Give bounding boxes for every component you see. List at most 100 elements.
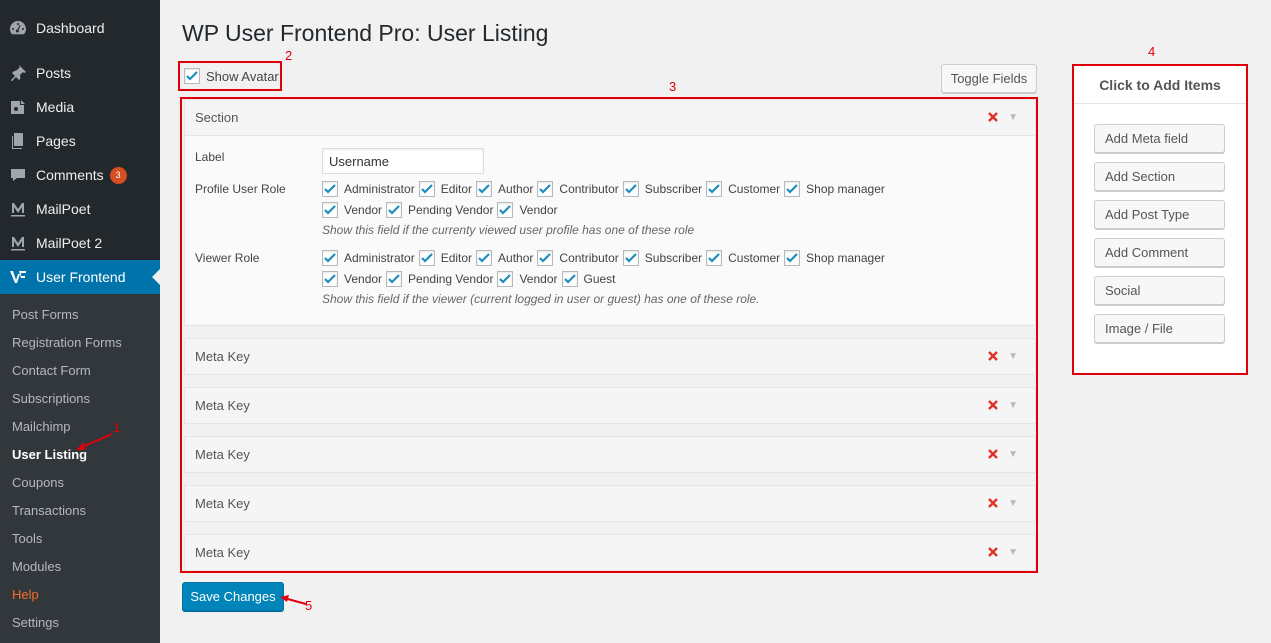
remove-icon[interactable] xyxy=(987,350,999,362)
role-checkbox[interactable] xyxy=(497,271,514,287)
menu-dashboard[interactable]: Dashboard xyxy=(0,11,160,45)
role-checkbox[interactable] xyxy=(497,202,514,218)
role-checkbox[interactable] xyxy=(322,250,338,266)
checkmark-icon xyxy=(708,253,720,263)
viewer-roles-row: Vendor Pending Vendor Vendor Guest xyxy=(322,271,620,287)
annotation-label-2: 2 xyxy=(285,48,293,63)
meta-key-title: Meta Key xyxy=(195,447,250,462)
submenu-settings[interactable]: Settings xyxy=(12,613,59,633)
role-checkbox[interactable] xyxy=(322,271,338,287)
role-checkbox[interactable] xyxy=(784,250,801,266)
role-option: Pending Vendor xyxy=(386,202,493,218)
role-option: Editor xyxy=(418,181,473,197)
profile-role-title: Profile User Role xyxy=(195,182,286,196)
role-label: Editor xyxy=(440,182,473,196)
comment-icon xyxy=(0,165,36,185)
role-option: Vendor xyxy=(322,271,382,287)
role-option: Administrator xyxy=(322,250,415,266)
remove-icon[interactable] xyxy=(987,399,999,411)
role-checkbox[interactable] xyxy=(537,181,554,197)
submenu-mailchimp[interactable]: Mailchimp xyxy=(12,417,71,437)
role-checkbox[interactable] xyxy=(418,181,435,197)
submenu-help[interactable]: Help xyxy=(12,585,39,605)
role-option: Customer xyxy=(706,250,780,266)
submenu-tools[interactable]: Tools xyxy=(12,529,42,549)
add-items-title: Click to Add Items xyxy=(1074,66,1246,104)
add-item-button[interactable]: Add Comment xyxy=(1094,238,1225,267)
role-label: Guest xyxy=(583,272,616,286)
pin-icon xyxy=(0,63,36,83)
remove-icon[interactable] xyxy=(987,546,999,558)
collapse-arrow-icon[interactable]: ▼ xyxy=(1008,112,1018,123)
role-checkbox[interactable] xyxy=(784,181,801,197)
add-item-button[interactable]: Add Meta field xyxy=(1094,124,1225,153)
menu-comments[interactable]: Comments 3 xyxy=(0,158,160,192)
submenu-registration-forms[interactable]: Registration Forms xyxy=(12,333,122,353)
menu-mailpoet[interactable]: MailPoet xyxy=(0,192,160,226)
role-checkbox[interactable] xyxy=(622,250,639,266)
meta-key-row[interactable]: Meta Key ▼ xyxy=(184,387,1036,424)
submenu-contact-form[interactable]: Contact Form xyxy=(12,361,91,381)
viewer-roles-row: Administrator Editor Author Contributor Subs… xyxy=(322,250,889,266)
submenu-coupons[interactable]: Coupons xyxy=(12,473,64,493)
role-checkbox[interactable] xyxy=(386,202,403,218)
role-label: Pending Vendor xyxy=(408,203,494,217)
role-label: Customer xyxy=(728,251,781,265)
collapse-arrow-icon[interactable]: ▼ xyxy=(1008,351,1018,362)
menu-label: Media xyxy=(36,99,75,115)
add-item-button[interactable]: Social xyxy=(1094,276,1225,305)
meta-key-row[interactable]: Meta Key ▼ xyxy=(184,338,1036,375)
checkmark-icon xyxy=(499,205,512,215)
remove-icon[interactable] xyxy=(987,497,999,509)
collapse-arrow-icon[interactable]: ▼ xyxy=(1008,498,1018,509)
role-checkbox[interactable] xyxy=(322,202,338,218)
menu-pages[interactable]: Pages xyxy=(0,124,160,158)
menu-user-frontend[interactable]: User Frontend xyxy=(0,260,160,294)
toggle-fields-button[interactable]: Toggle Fields xyxy=(941,64,1037,93)
role-checkbox[interactable] xyxy=(537,250,554,266)
submenu-transactions[interactable]: Transactions xyxy=(12,501,86,521)
mailpoet-icon xyxy=(0,199,36,219)
collapse-arrow-icon[interactable]: ▼ xyxy=(1008,547,1018,558)
role-checkbox[interactable] xyxy=(706,181,723,197)
section-header[interactable]: Section ▼ xyxy=(184,99,1036,136)
role-checkbox[interactable] xyxy=(386,271,403,287)
submenu-subscriptions[interactable]: Subscriptions xyxy=(12,389,90,409)
role-checkbox[interactable] xyxy=(561,271,578,287)
role-option: Subscriber xyxy=(622,250,702,266)
role-label: Administrator xyxy=(344,182,415,196)
meta-key-row[interactable]: Meta Key ▼ xyxy=(184,534,1036,571)
meta-key-title: Meta Key xyxy=(195,496,250,511)
role-option: Contributor xyxy=(537,250,619,266)
role-label: Administrator xyxy=(344,251,415,265)
collapse-arrow-icon[interactable]: ▼ xyxy=(1008,449,1018,460)
add-item-button[interactable]: Add Section xyxy=(1094,162,1225,191)
meta-key-row[interactable]: Meta Key ▼ xyxy=(184,436,1036,473)
menu-mailpoet-2[interactable]: MailPoet 2 xyxy=(0,226,160,260)
show-avatar-option: Show Avatar xyxy=(178,61,282,91)
save-changes-button[interactable]: Save Changes xyxy=(182,582,284,611)
collapse-arrow-icon[interactable]: ▼ xyxy=(1008,400,1018,411)
role-option: Customer xyxy=(706,181,780,197)
add-item-button[interactable]: Add Post Type xyxy=(1094,200,1225,229)
user-frontend-icon xyxy=(0,267,36,287)
role-checkbox[interactable] xyxy=(476,181,493,197)
label-input[interactable] xyxy=(322,148,484,174)
checkmark-icon xyxy=(324,274,336,284)
remove-icon[interactable] xyxy=(987,111,999,123)
add-item-button[interactable]: Image / File xyxy=(1094,314,1225,343)
role-checkbox[interactable] xyxy=(622,181,639,197)
profile-roles-row: Administrator Editor Author Contributor Subs… xyxy=(322,181,889,197)
role-checkbox[interactable] xyxy=(706,250,723,266)
menu-posts[interactable]: Posts xyxy=(0,56,160,90)
show-avatar-checkbox[interactable] xyxy=(184,68,200,84)
menu-media[interactable]: Media xyxy=(0,90,160,124)
role-checkbox[interactable] xyxy=(418,250,435,266)
role-checkbox[interactable] xyxy=(476,250,493,266)
checkmark-icon xyxy=(186,71,198,81)
remove-icon[interactable] xyxy=(987,448,999,460)
role-checkbox[interactable] xyxy=(322,181,338,197)
submenu-post-forms[interactable]: Post Forms xyxy=(12,305,78,325)
submenu-modules[interactable]: Modules xyxy=(12,557,61,577)
meta-key-row[interactable]: Meta Key ▼ xyxy=(184,485,1036,522)
